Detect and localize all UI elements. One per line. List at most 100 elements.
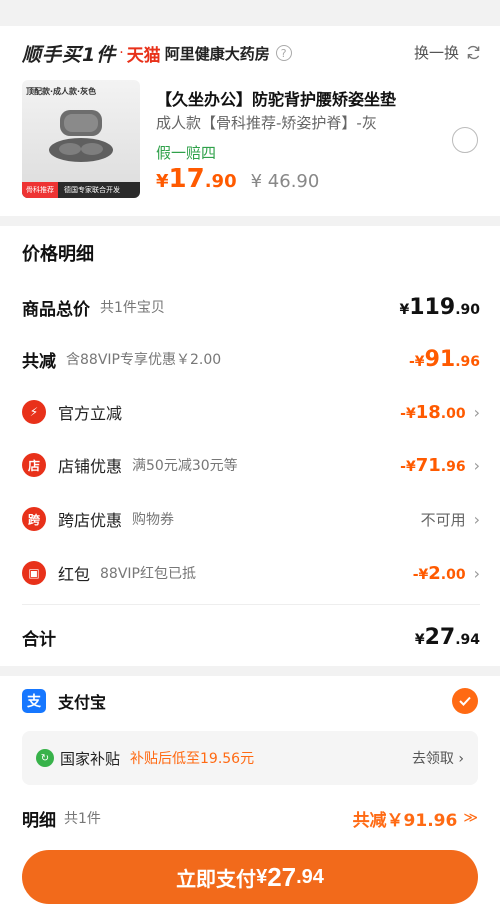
price-decimal: .90 bbox=[204, 171, 237, 192]
help-icon[interactable]: ? bbox=[275, 45, 292, 61]
refresh-icon bbox=[467, 45, 480, 60]
reduce-label: 共减 bbox=[22, 351, 56, 372]
product-spec: 成人款【骨科推荐-矫姿护脊】-灰 bbox=[156, 114, 377, 132]
detail-savings: 共减￥91.96 bbox=[352, 810, 458, 831]
pay-decimal: .94 bbox=[296, 865, 324, 888]
pay-integer: 27 bbox=[267, 861, 297, 892]
original-price: ¥ 46.90 bbox=[250, 171, 320, 192]
red-packet-decimal: .00 bbox=[440, 566, 466, 583]
store-header: 顺手买1件 · 天猫 阿里健康大药房 ? bbox=[22, 40, 292, 66]
store-currency: -¥ bbox=[400, 458, 416, 475]
red-packet-currency: -¥ bbox=[412, 566, 429, 583]
subsidy-desc: 补贴后低至19.56元 bbox=[130, 751, 255, 767]
store-discount-row[interactable]: 店 店铺优惠 满50元减30元等 -¥ 71 .96 › bbox=[22, 450, 480, 480]
image-tag: 顶配款·成人款·灰色 bbox=[26, 87, 97, 96]
store-name: 阿里健康大药房 bbox=[164, 44, 270, 63]
official-currency: -¥ bbox=[400, 405, 416, 422]
brand-label: 顺手买1件 bbox=[22, 43, 117, 66]
pay-button-label: 立即支付 bbox=[176, 868, 257, 891]
sum-decimal: .94 bbox=[455, 631, 480, 648]
product-promo: 假一赔四 bbox=[156, 144, 217, 162]
product-price: ¥ 17 .90 ¥ 46.90 bbox=[156, 164, 319, 194]
checkmark-icon[interactable] bbox=[452, 688, 478, 714]
subsidy-banner[interactable]: ↻ 国家补贴 补贴后低至19.56元 去领取 › bbox=[22, 731, 478, 785]
reduce-row: 共减 含88VIP专享优惠￥2.00 -¥ 91 .96 bbox=[22, 344, 480, 374]
brand-separator: · bbox=[119, 45, 124, 61]
cross-store-label: 跨店优惠 bbox=[58, 511, 123, 530]
recommend-card: 顺手买1件 · 天猫 阿里健康大药房 ? 换一换 顶配款·成人款·灰色 骨科推荐… bbox=[0, 26, 500, 216]
pay-now-button[interactable]: 立即支付 ¥ 27 .94 bbox=[22, 850, 478, 904]
official-discount-value: -¥ 18 .00 bbox=[400, 402, 465, 423]
store-discount-label: 店铺优惠 bbox=[58, 457, 123, 476]
product-image[interactable]: 顶配款·成人款·灰色 骨科推荐 德国专家联合开发 bbox=[22, 80, 140, 198]
total-decimal: .90 bbox=[455, 301, 480, 318]
price-integer: 17 bbox=[168, 164, 205, 194]
reduce-currency: -¥ bbox=[409, 353, 425, 370]
pay-currency: ¥ bbox=[256, 865, 268, 888]
cross-store-value: 不可用 bbox=[420, 510, 466, 529]
swap-label: 换一换 bbox=[413, 44, 459, 62]
detail-label: 明细 bbox=[22, 810, 56, 831]
sum-integer: 27 bbox=[424, 624, 456, 650]
reduce-sub: 含88VIP专享优惠￥2.00 bbox=[66, 352, 222, 368]
select-radio[interactable] bbox=[452, 127, 478, 153]
image-badge: 骨科推荐 bbox=[22, 182, 58, 198]
price-detail-card: 价格明细 商品总价 共1件宝贝 ¥ 119 .90 共减 含88VIP专享优惠￥… bbox=[0, 226, 500, 666]
payment-card: 支 支付宝 ↻ 国家补贴 补贴后低至19.56元 去领取 › 明细 共1件 共减… bbox=[0, 676, 500, 910]
reduce-decimal: .96 bbox=[455, 353, 480, 370]
sum-label: 合计 bbox=[22, 629, 56, 650]
image-footer: 骨科推荐 德国专家联合开发 bbox=[22, 182, 140, 198]
total-integer: 119 bbox=[409, 294, 456, 320]
total-price-row: 商品总价 共1件宝贝 ¥ 119 .90 bbox=[22, 292, 480, 322]
sum-row: 合计 ¥ 27 .94 bbox=[22, 622, 480, 652]
total-value: ¥ 119 .90 bbox=[400, 295, 481, 320]
total-sub: 共1件宝贝 bbox=[100, 300, 165, 316]
red-packet-sub: 88VIP红包已抵 bbox=[100, 566, 196, 582]
red-packet-icon: ▣ bbox=[22, 561, 46, 585]
chevron-right-icon: › bbox=[473, 563, 480, 583]
cushion-illustration bbox=[49, 110, 113, 162]
price-detail-title: 价格明细 bbox=[22, 244, 94, 265]
red-packet-integer: 2 bbox=[428, 562, 441, 584]
swap-button[interactable]: 换一换 bbox=[414, 42, 482, 63]
chevron-right-icon: › bbox=[473, 455, 480, 475]
store-decimal: .96 bbox=[440, 458, 466, 475]
image-caption: 德国专家联合开发 bbox=[64, 186, 120, 194]
store-discount-value: -¥ 71 .96 bbox=[400, 455, 465, 476]
official-discount-row[interactable]: ⚡ 官方立减 -¥ 18 .00 › bbox=[22, 397, 480, 427]
divider bbox=[22, 604, 480, 605]
cross-store-row[interactable]: 跨 跨店优惠 购物券 不可用 › bbox=[22, 504, 480, 534]
subsidy-label: 国家补贴 bbox=[60, 749, 121, 768]
total-currency: ¥ bbox=[399, 301, 410, 318]
alipay-icon: 支 bbox=[22, 689, 46, 713]
red-packet-label: 红包 bbox=[58, 565, 91, 584]
sum-currency: ¥ bbox=[414, 631, 425, 648]
chevron-right-icon: › bbox=[473, 509, 480, 529]
sum-value: ¥ 27 .94 bbox=[415, 625, 480, 650]
red-packet-row[interactable]: ▣ 红包 88VIP红包已抵 -¥ 2 .00 › bbox=[22, 558, 480, 588]
tmall-logo: 天猫 bbox=[126, 45, 161, 66]
store-icon: 店 bbox=[22, 453, 46, 477]
store-discount-sub: 满50元减30元等 bbox=[132, 458, 238, 474]
price-currency: ¥ bbox=[156, 171, 169, 192]
double-chevron-down-icon[interactable]: ≫ bbox=[463, 810, 478, 826]
official-discount-label: 官方立减 bbox=[58, 404, 123, 423]
official-integer: 18 bbox=[415, 401, 441, 423]
payment-method-label: 支付宝 bbox=[58, 693, 107, 712]
product-title[interactable]: 【久坐办公】防驼背护腰矫姿坐垫 bbox=[156, 86, 396, 110]
reduce-value: -¥ 91 .96 bbox=[409, 347, 480, 372]
lightning-icon: ⚡ bbox=[22, 400, 46, 424]
cross-store-icon: 跨 bbox=[22, 507, 46, 531]
total-label: 商品总价 bbox=[22, 299, 90, 320]
payment-method-row[interactable]: 支 支付宝 bbox=[22, 686, 478, 716]
subsidy-icon: ↻ bbox=[36, 749, 54, 767]
store-integer: 71 bbox=[415, 454, 441, 476]
red-packet-value: -¥ 2 .00 bbox=[413, 563, 466, 584]
cross-store-sub: 购物券 bbox=[132, 512, 175, 528]
reduce-integer: 91 bbox=[424, 346, 456, 372]
detail-row[interactable]: 明细 共1件 共减￥91.96 ≫ bbox=[22, 803, 478, 833]
official-decimal: .00 bbox=[440, 405, 466, 422]
detail-count: 共1件 bbox=[64, 811, 101, 827]
subsidy-claim-link[interactable]: 去领取 › bbox=[412, 748, 464, 768]
chevron-right-icon: › bbox=[473, 402, 480, 422]
